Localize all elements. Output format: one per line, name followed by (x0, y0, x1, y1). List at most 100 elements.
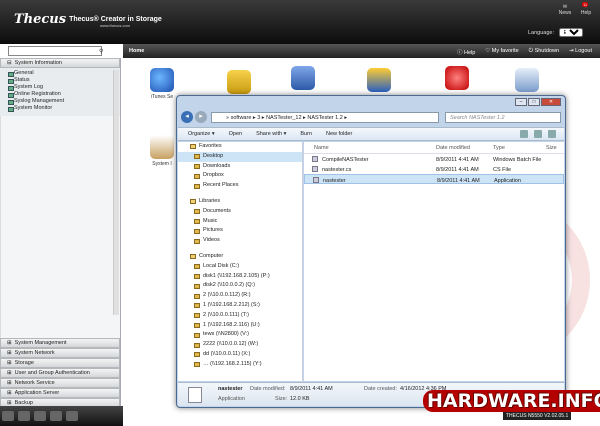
nav-drive-c[interactable]: Local Disk (C:) (178, 262, 302, 272)
maximize-button[interactable]: □ (528, 98, 540, 106)
nav-item-downloads[interactable]: Downloads (178, 162, 302, 172)
share-with-button[interactable]: Share with ▾ (256, 128, 286, 140)
nav-drive-p[interactable]: disk1 (\\192.168.2.105) (P:) (178, 272, 302, 282)
open-button[interactable]: Open (229, 128, 242, 140)
nav-drive-w[interactable]: 2222 (\\10.0.0.12) (W:) (178, 340, 302, 350)
shutdown-link[interactable]: ⏻ Shutdown (529, 48, 559, 56)
search-input[interactable]: Search NASTester 1.2 (445, 112, 561, 123)
back-button[interactable]: ◂ (181, 111, 193, 123)
sidebar-item-syslog-management[interactable]: Syslog Management (8, 98, 120, 105)
nav-drive-u[interactable]: 1 (\\192.168.2.116) (U:) (178, 321, 302, 331)
language-select[interactable]: English (558, 28, 583, 37)
views-icon[interactable] (520, 130, 528, 138)
help-link[interactable]: ⓘ Help (457, 48, 475, 56)
sidebar-group-system-management[interactable]: ⊞ System Management (0, 338, 120, 348)
desktop-icon-itunes[interactable]: iTunes Se (145, 68, 179, 100)
nav-item-music[interactable]: Music (178, 217, 302, 227)
sidebar-item-system-log[interactable]: System Log (8, 84, 120, 91)
sidebar-group-label: System Information (14, 60, 62, 66)
tool-icon[interactable] (66, 411, 78, 421)
column-type[interactable]: Type (493, 145, 505, 151)
file-row[interactable]: CompileNASTester 8/9/2011 4:41 AM Window… (304, 154, 564, 164)
desktop-icon-system[interactable]: System I (145, 135, 179, 167)
nav-label: Desktop (203, 152, 224, 159)
nav-drive-x[interactable]: dd (\\10.0.0.11) (X:) (178, 350, 302, 360)
calendar-icon (515, 68, 539, 92)
file-date: 8/9/2011 4:41 AM (437, 178, 480, 184)
nav-drive-t[interactable]: 2 (\\10.0.0.111) (T:) (178, 311, 302, 321)
top-navbar: Home ⓘ Help ♡ My favorite ⏻ Shutdown ⇥ L… (123, 44, 600, 58)
desktop-icon-folder[interactable] (222, 70, 256, 96)
close-button[interactable]: ✕ (541, 98, 561, 106)
tool-icon[interactable] (50, 411, 62, 421)
search-icon[interactable]: ⚲ (99, 48, 103, 55)
nav-drive-q[interactable]: disk2 (\\10.0.0.2) (Q:) (178, 281, 302, 291)
music-icon (194, 218, 200, 224)
notify-badge: 11 (582, 2, 589, 7)
tool-icon[interactable] (2, 411, 14, 421)
thecus-logo: Thecus Thecus® Creator in Storage www.th… (14, 12, 162, 28)
nav-label: Local Disk (C:) (203, 262, 240, 269)
nav-item-videos[interactable]: Videos (178, 236, 302, 246)
favorite-link[interactable]: ♡ My favorite (485, 48, 518, 56)
brand-site: www.thecus.com (100, 23, 131, 28)
column-date-modified[interactable]: Date modified (436, 145, 470, 151)
sidebar-item-online-registration[interactable]: Online Registration (8, 91, 120, 98)
burn-button[interactable]: Burn (300, 128, 312, 140)
nav-drive-r[interactable]: 2 (\\10.0.0.112) (R:) (178, 291, 302, 301)
sidebar-group-network-service[interactable]: ⊞ Network Service (0, 378, 120, 388)
desktop-icon-monitor[interactable] (362, 68, 396, 94)
nav-item-desktop[interactable]: Desktop (178, 151, 302, 162)
nav-item-documents[interactable]: Documents (178, 207, 302, 217)
nav-item-pictures[interactable]: Pictures (178, 226, 302, 236)
tool-icon[interactable] (34, 411, 46, 421)
column-name[interactable]: Name (314, 145, 329, 151)
organize-button[interactable]: Organize ▾ (188, 128, 215, 140)
nav-drive-s[interactable]: 1 (\\192.168.2.212) (S:) (178, 301, 302, 311)
desktop-icon-database[interactable] (286, 66, 320, 92)
details-created-label: Date created: (364, 386, 398, 392)
computer-header[interactable]: Computer (178, 252, 302, 262)
sidebar-scrollbar[interactable] (113, 70, 119, 315)
desktop-icon (194, 154, 200, 160)
sidebar-group-system-network[interactable]: ⊞ System Network (0, 348, 120, 358)
help-icon[interactable] (548, 130, 556, 138)
sidebar-search-input[interactable]: ⚲ (8, 46, 103, 56)
sidebar-group-storage[interactable]: ⊞ Storage (0, 358, 120, 368)
sidebar-item-general[interactable]: General (8, 70, 120, 77)
libraries-header[interactable]: Libraries (178, 197, 302, 207)
star-icon (190, 144, 196, 150)
file-row-selected[interactable]: nastester 8/9/2011 4:41 AM Application (304, 174, 564, 184)
monitor-icon (367, 68, 391, 92)
favorites-header[interactable]: Favorites (178, 142, 302, 152)
forward-button[interactable]: ▸ (195, 111, 207, 123)
sidebar-group-user-group-auth[interactable]: ⊞ User and Group Authentication (0, 368, 120, 378)
column-size[interactable]: Size (546, 145, 557, 151)
batch-file-icon (312, 156, 318, 162)
nav-item-recent-places[interactable]: Recent Places (178, 181, 302, 191)
desktop-icon-label: iTunes Se (150, 94, 174, 100)
sidebar-group-system-information[interactable]: ⊟ System Information (0, 58, 120, 68)
expand-icon: ⊞ (7, 360, 12, 366)
minimize-button[interactable]: – (515, 98, 527, 106)
home-link[interactable]: Home (129, 48, 144, 54)
nav-label: Documents (203, 207, 231, 214)
file-type: Windows Batch File (493, 157, 542, 163)
nav-drive-v[interactable]: tews (\\N2800) (V:) (178, 330, 302, 340)
new-folder-button[interactable]: New folder (326, 128, 352, 140)
breadcrumb[interactable]: » software ▸ 3 ▸ NASTester_12 ▸ NASTeste… (211, 112, 439, 123)
sidebar-item-system-monitor[interactable]: System Monitor (8, 105, 120, 112)
nav-item-dropbox[interactable]: Dropbox (178, 171, 302, 181)
tool-icon[interactable] (18, 411, 30, 421)
sidebar-group-application-server[interactable]: ⊞ Application Server (0, 388, 120, 398)
news-button[interactable]: ✉ News (557, 4, 573, 16)
sidebar-item-status[interactable]: Status (8, 77, 120, 84)
nav-drive-y[interactable]: … (\\192.168.2.115) (Y:) (178, 360, 302, 370)
logout-link[interactable]: ⇥ Logout (569, 48, 592, 56)
preview-icon[interactable] (534, 130, 542, 138)
nav-label: Dropbox (203, 172, 224, 179)
desktop-icon-alert[interactable] (440, 66, 474, 92)
file-row[interactable]: nastester.cs 8/9/2011 4:41 AM CS File (304, 164, 564, 174)
desktop-icon-calendar[interactable] (510, 68, 544, 94)
network-drive-icon (194, 342, 200, 348)
